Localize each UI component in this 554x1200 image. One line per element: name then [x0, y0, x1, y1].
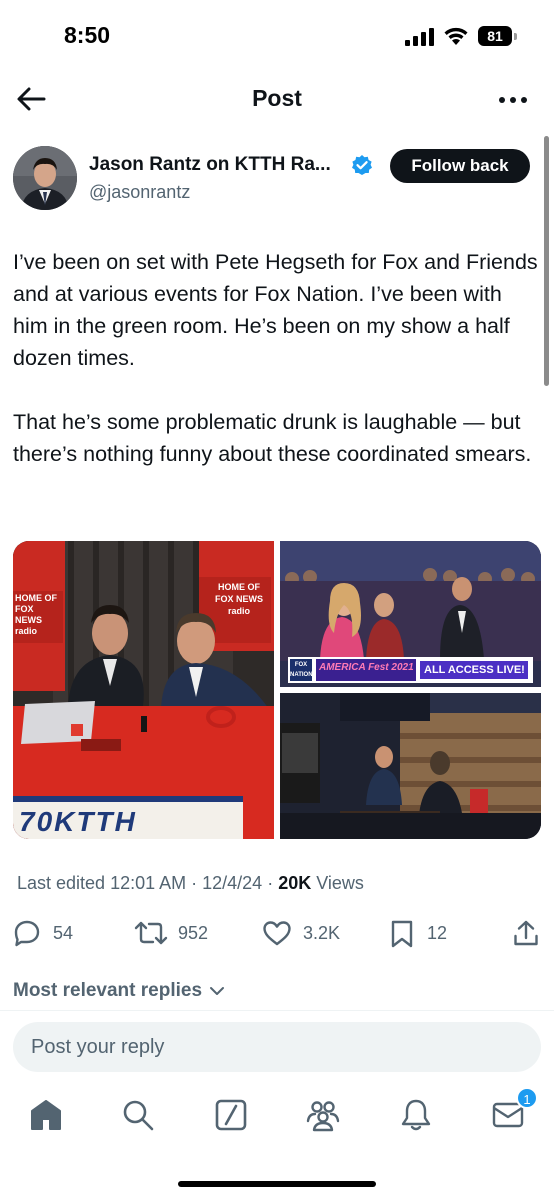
home-indicator[interactable]	[178, 1181, 376, 1187]
repost-count: 952	[178, 923, 209, 943]
messages-button[interactable]: 1	[490, 1087, 538, 1133]
home-icon[interactable]	[28, 1097, 64, 1133]
page-title: Post	[252, 85, 302, 111]
wifi-icon	[444, 27, 468, 45]
last-edited[interactable]: Last edited 12:01 AM	[17, 873, 186, 893]
messages-badge: 1	[516, 1087, 538, 1109]
status-bar: 8:50 81	[0, 0, 554, 72]
divider	[0, 1010, 554, 1011]
grok-icon[interactable]	[213, 1097, 249, 1133]
post-header: Post	[0, 72, 554, 128]
bottom-nav: 1	[0, 1085, 554, 1155]
chevron-down-icon	[210, 986, 225, 995]
table-banner-text: 70KTTH	[19, 806, 137, 837]
status-time: 8:50	[64, 22, 111, 48]
cellular-signal-icon	[405, 28, 434, 46]
avatar[interactable]	[13, 146, 77, 210]
communities-icon[interactable]	[305, 1097, 341, 1133]
search-icon[interactable]	[120, 1097, 156, 1133]
replies-sort-dropdown[interactable]: Most relevant replies	[13, 980, 225, 1002]
post-text: I’ve been on set with Pete Hegseth for F…	[13, 250, 538, 466]
reply-count: 54	[53, 923, 74, 943]
author-name[interactable]: Jason Rantz on KTTH Ra...	[89, 154, 331, 176]
like-button[interactable]: 3.2K	[262, 915, 352, 951]
reply-icon	[14, 920, 40, 947]
post-meta: Last edited 12:01 AM · 12/4/24 · 20K Vie…	[17, 873, 364, 893]
repost-button[interactable]: 952	[134, 915, 224, 951]
radio-sign-left: HOME OF FOX NEWS radio	[15, 593, 57, 636]
photo-radio-studio[interactable]: HOME OF FOX NEWS radio HOME OF FOX NEWS …	[13, 541, 274, 839]
post-date: 12/4/24	[202, 873, 263, 893]
battery-icon: 81	[478, 26, 518, 46]
author-handle[interactable]: @jasonrantz	[89, 182, 190, 203]
repost-icon	[134, 921, 168, 945]
all-access-live-label: ALL ACCESS LIVE!	[424, 664, 525, 676]
heart-icon	[263, 921, 291, 946]
america-fest-title: AMERICA Fest 2021	[319, 662, 414, 673]
share-button[interactable]	[512, 915, 542, 951]
reply-composer[interactable]	[13, 1022, 541, 1072]
bookmark-count: 12	[427, 923, 448, 943]
action-bar: 54 952 3.2K 12	[0, 915, 554, 955]
reply-input[interactable]	[13, 1022, 541, 1072]
fox-nation-logo: FOX NATION	[290, 662, 313, 678]
radio-sign-right: HOME OF FOX NEWS radio	[214, 582, 263, 616]
photo-america-fest[interactable]: FOX NATION AMERICA Fest 2021 ALL ACCESS …	[280, 541, 541, 687]
media-grid: HOME OF FOX NEWS radio HOME OF FOX NEWS …	[13, 541, 541, 839]
more-options-icon[interactable]	[496, 86, 530, 114]
reply-button[interactable]: 54	[13, 915, 93, 951]
verified-badge-icon	[352, 155, 372, 175]
photo-studio-interview[interactable]	[280, 693, 541, 839]
like-count: 3.2K	[303, 923, 341, 943]
author-row: Jason Rantz on KTTH Ra... @jasonrantz Fo…	[13, 146, 543, 212]
views-count: 20K	[278, 873, 312, 893]
battery-level: 81	[487, 28, 503, 44]
views-label: Views	[316, 873, 364, 893]
scrollbar[interactable]	[544, 136, 549, 386]
bookmark-button[interactable]: 12	[389, 915, 459, 951]
notifications-bell-icon[interactable]	[398, 1097, 434, 1133]
bookmark-icon	[391, 920, 413, 948]
follow-back-button[interactable]: Follow back	[390, 149, 530, 183]
replies-sort-label: Most relevant replies	[13, 980, 203, 1001]
share-icon	[514, 920, 538, 946]
